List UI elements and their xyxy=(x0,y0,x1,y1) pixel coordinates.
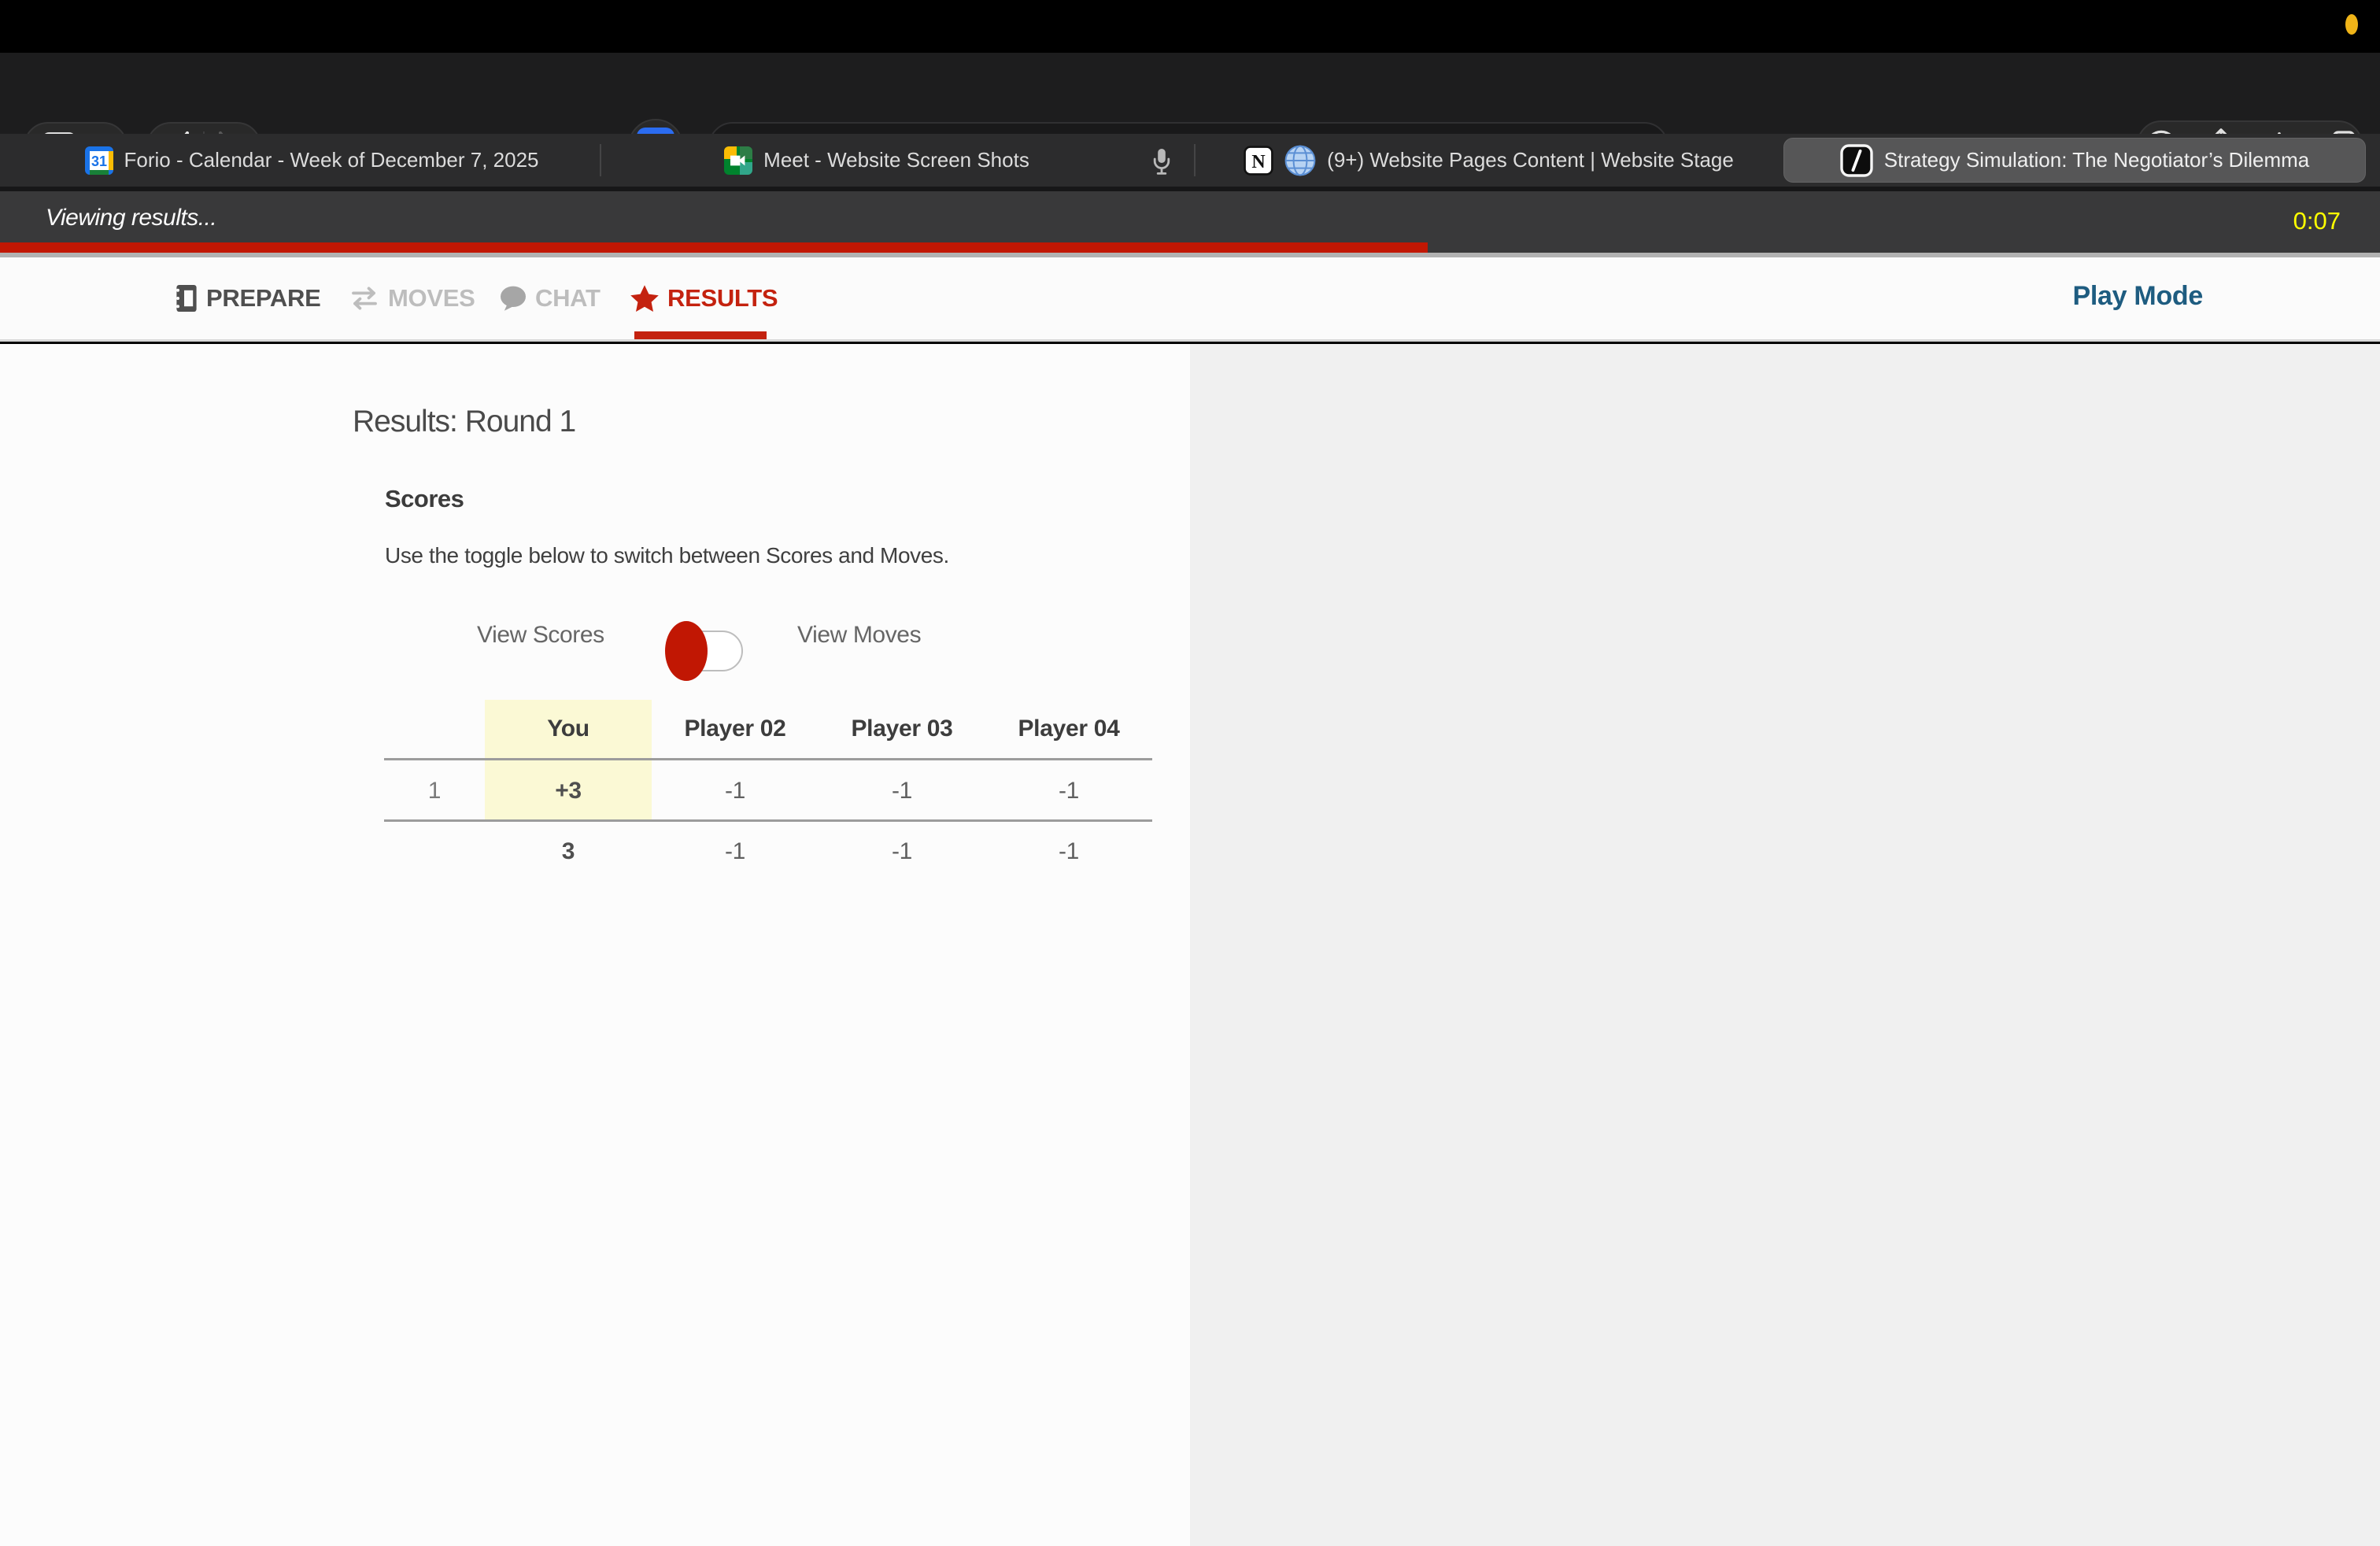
tab-title: Strategy Simulation: The Negotiator’s Di… xyxy=(1884,148,2309,172)
scores-moves-toggle[interactable] xyxy=(671,631,743,671)
table-header-you: You xyxy=(485,700,652,758)
table-header-player04: Player 04 xyxy=(985,700,1152,758)
screen: forio.com xyxy=(0,0,2380,1546)
table-cell-player02-score: -1 xyxy=(652,758,819,819)
side-panel xyxy=(1190,344,2380,1546)
nav-tab-chat[interactable]: CHAT xyxy=(499,257,601,339)
table-cell-round-number: 1 xyxy=(384,758,485,819)
tab-title: Forio - Calendar - Week of December 7, 2… xyxy=(124,148,539,172)
table-total-player02: -1 xyxy=(652,819,819,879)
simulation-nav-bar: PREPARE MOVES xyxy=(0,257,2380,342)
globe-icon xyxy=(1284,145,1316,176)
star-icon xyxy=(630,284,660,313)
simulation-status-bar: Viewing results... 0:07 xyxy=(0,191,2380,253)
nav-tab-results[interactable]: RESULTS xyxy=(630,257,778,339)
tab-forio-calendar[interactable]: 31 Forio - Calendar - Week of December 7… xyxy=(24,134,600,187)
scores-description: Use the toggle below to switch between S… xyxy=(385,543,949,568)
nav-tab-label: MOVES xyxy=(388,284,475,313)
tab-website-pages[interactable]: N (9+) Website Pages Content | Website S… xyxy=(1196,134,1782,187)
macos-menubar xyxy=(0,0,2380,53)
scores-heading: Scores xyxy=(385,485,464,513)
tab-title: (9+) Website Pages Content | Website Sta… xyxy=(1327,148,1734,172)
table-header-player03: Player 03 xyxy=(819,700,985,758)
table-cell-you-score: +3 xyxy=(485,758,652,819)
notion-icon: N xyxy=(1244,146,1273,176)
browser-toolbar: forio.com xyxy=(0,53,2380,134)
toggle-knob[interactable] xyxy=(665,621,708,681)
screen-recording-indicator-icon xyxy=(2345,14,2358,35)
results-panel xyxy=(0,344,1190,1546)
nav-tab-label: RESULTS xyxy=(667,284,778,313)
nav-tab-label: PREPARE xyxy=(206,284,320,313)
play-mode-button[interactable]: Play Mode xyxy=(2073,281,2203,312)
nav-tab-label: CHAT xyxy=(535,284,601,313)
view-moves-label: View Moves xyxy=(797,622,921,649)
active-tab-underline xyxy=(634,331,767,339)
view-scores-label: View Scores xyxy=(477,622,604,649)
status-timer: 0:07 xyxy=(2293,207,2341,235)
table-total-round xyxy=(384,819,485,879)
swap-arrows-icon xyxy=(349,287,380,310)
progress-bar xyxy=(0,242,1428,253)
browser-tab-bar: 31 Forio - Calendar - Week of December 7… xyxy=(0,134,2380,187)
table-cell-player03-score: -1 xyxy=(819,758,985,819)
chat-bubble-icon xyxy=(499,285,527,312)
table-cell-player04-score: -1 xyxy=(985,758,1152,819)
tab-meet[interactable]: Meet - Website Screen Shots xyxy=(601,134,1152,187)
scores-table: You Player 02 Player 03 Player 04 1 +3 -… xyxy=(384,700,1152,879)
table-total-player03: -1 xyxy=(819,819,985,879)
nav-tab-moves[interactable]: MOVES xyxy=(349,257,475,339)
page-title: Results: Round 1 xyxy=(353,405,575,439)
nav-tab-prepare[interactable]: PREPARE xyxy=(173,257,320,339)
google-calendar-icon: 31 xyxy=(85,146,113,175)
table-total-you: 3 xyxy=(485,819,652,879)
tab-strategy-simulation[interactable]: Strategy Simulation: The Negotiator’s Di… xyxy=(1783,138,2366,183)
svg-text:31: 31 xyxy=(91,153,106,169)
tab-title: Meet - Website Screen Shots xyxy=(763,148,1029,172)
status-message: Viewing results... xyxy=(46,205,216,231)
table-header-round xyxy=(384,700,485,758)
tab-audio-mic-icon[interactable] xyxy=(1151,146,1173,176)
table-header-player02: Player 02 xyxy=(652,700,819,758)
table-total-player04: -1 xyxy=(985,819,1152,879)
slash-badge-icon xyxy=(1840,144,1873,177)
notebook-icon xyxy=(173,283,198,313)
svg-text:N: N xyxy=(1251,152,1266,172)
google-meet-icon xyxy=(724,146,752,175)
